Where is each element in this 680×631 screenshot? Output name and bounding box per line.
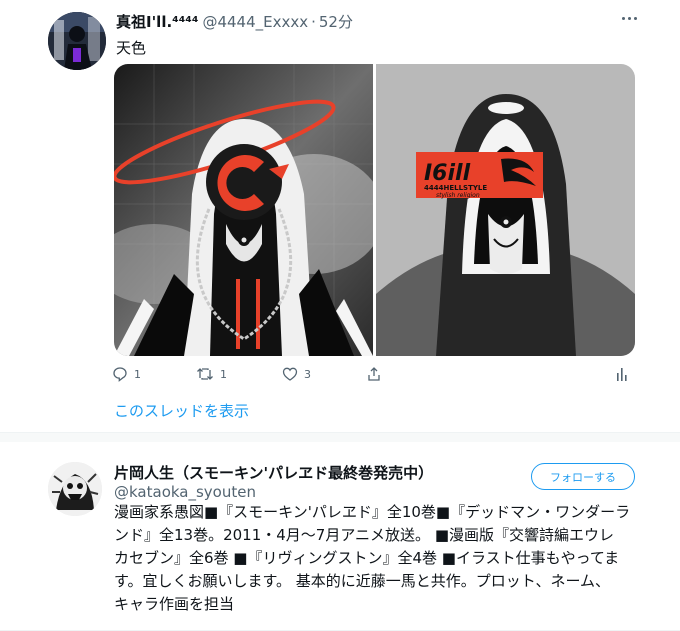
bio-line: ンド』全13巻。2011・4月〜7月アニメ放送。 ■漫画版『交響詩編エウレ [114, 526, 614, 544]
banner-sub-text: 4444HELLSTYLE [424, 184, 487, 192]
retweet-count: 1 [220, 367, 227, 381]
like-button[interactable]: 3 [282, 366, 311, 382]
like-count: 3 [304, 367, 311, 381]
retweet-icon [197, 368, 213, 380]
tweet: 真祖I'll.⁴⁴⁴⁴ @4444_Exxxx · 52分 天色 I6ill 4… [0, 0, 680, 430]
show-thread-link[interactable]: このスレッドを表示 [114, 400, 249, 421]
tweet-image-right[interactable]: I6ill 4444HELLSTYLE stylish religion [376, 64, 635, 356]
bio-line: カセブン』全6巻 ■『リヴィングストン』全4巻 ■イラスト仕事もやってま [114, 549, 620, 567]
tweet-media: I6ill 4444HELLSTYLE stylish religion [114, 64, 635, 356]
profile-handle[interactable]: @kataoka_syouten [114, 483, 256, 501]
follow-button[interactable]: フォローする [531, 463, 635, 490]
share-button[interactable] [366, 366, 382, 382]
separator-dot: · [311, 13, 316, 31]
banner-tagline: stylish religion [436, 192, 480, 199]
reply-button[interactable]: 1 [112, 366, 141, 382]
reply-icon [113, 367, 127, 382]
tweet-header: 真祖I'll.⁴⁴⁴⁴ @4444_Exxxx · 52分 [116, 11, 353, 32]
author-handle[interactable]: @4444_Exxxx [202, 13, 308, 31]
author-name[interactable]: 真祖I'll.⁴⁴⁴⁴ [116, 11, 198, 32]
banner-logo-text: I6ill [424, 161, 471, 186]
profile-avatar[interactable] [48, 462, 102, 516]
profile-card: 片岡人生（スモーキン'パレヱド最終巻発売中） @kataoka_syouten … [0, 442, 680, 631]
analytics-button[interactable] [615, 366, 629, 382]
bio-line: 漫画家系愚図■『スモーキン'パレヱド』全10巻■『デッドマン・ワンダーラ [114, 503, 631, 521]
bio-line: す。宜しくお願いします。 基本的に近藤一馬と共作。プロット、ネーム、 [114, 572, 611, 590]
section-divider [0, 432, 680, 442]
tweet-actions: 1 1 3 [112, 366, 632, 386]
tweet-text: 天色 [116, 39, 147, 57]
analytics-icon [617, 368, 627, 381]
reply-count: 1 [134, 367, 141, 381]
more-dots-icon [621, 16, 625, 20]
share-icon [368, 367, 380, 381]
tweet-time[interactable]: 52分 [319, 11, 353, 32]
bio-line: キャラ作画を担当 [114, 595, 235, 613]
profile-name[interactable]: 片岡人生（スモーキン'パレヱド最終巻発売中） [114, 462, 433, 483]
more-options-button[interactable] [618, 12, 640, 24]
tweet-image-left[interactable] [114, 64, 373, 356]
heart-icon [282, 367, 298, 381]
profile-bio: 漫画家系愚図■『スモーキン'パレヱド』全10巻■『デッドマン・ワンダーラ ンド』… [114, 501, 634, 616]
author-avatar[interactable] [48, 12, 106, 70]
retweet-button[interactable]: 1 [196, 366, 227, 382]
